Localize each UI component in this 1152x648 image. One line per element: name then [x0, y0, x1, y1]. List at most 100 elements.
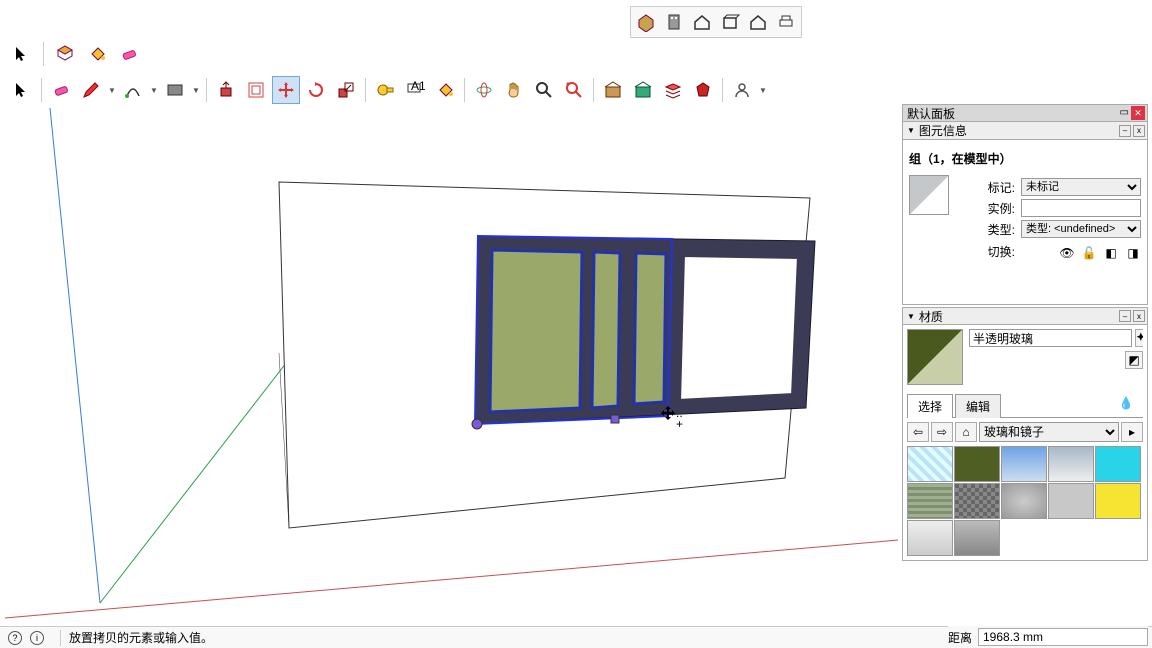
measure-input[interactable] [978, 628, 1148, 646]
entity-heading: 组（1，在模型中） [909, 146, 1141, 175]
create-material-icon[interactable]: 🟆 [1135, 329, 1143, 347]
default-tray: 默认面板 ▭ ✕ ▼ 图元信息 –x 组（1，在模型中） 标记: 未标记 实例:… [902, 104, 1148, 561]
zoom-tool[interactable] [530, 76, 558, 104]
separator [206, 78, 207, 102]
info-icon[interactable]: i [30, 631, 44, 645]
eraser-pink-icon[interactable] [115, 40, 143, 68]
separator [60, 630, 61, 646]
shadow-icon[interactable]: ◧ [1103, 245, 1119, 261]
user-icon[interactable] [728, 76, 756, 104]
printer-icon[interactable] [773, 9, 799, 35]
swatch[interactable] [1048, 483, 1094, 519]
swatch[interactable] [954, 446, 1000, 482]
pencil-dropdown[interactable]: ▼ [107, 76, 117, 104]
pan-tool[interactable] [500, 76, 528, 104]
swatch[interactable] [1048, 446, 1094, 482]
collapse-icon: ▼ [907, 126, 915, 135]
arc-tool[interactable] [119, 76, 147, 104]
tape-tool[interactable] [371, 76, 399, 104]
arc-dropdown[interactable]: ▼ [149, 76, 159, 104]
swatch[interactable] [954, 483, 1000, 519]
collapse-icon: ▼ [907, 312, 915, 321]
scene-svg: + .. [0, 108, 898, 626]
paint-bucket-yellow-icon[interactable] [83, 40, 111, 68]
measure-label: 距离 [948, 629, 972, 646]
iso-icon[interactable] [633, 9, 659, 35]
tag-select[interactable]: 未标记 [1021, 178, 1141, 196]
entity-thumbnail [909, 175, 949, 215]
material-name-input[interactable] [969, 329, 1132, 347]
zoom-extents-tool[interactable] [560, 76, 588, 104]
entity-info-body: 组（1，在模型中） 标记: 未标记 实例: 类型: 类型: <undefined… [902, 140, 1148, 305]
material-tabs: 选择 编辑 💧 [907, 393, 1143, 418]
svg-text:..: .. [676, 406, 683, 420]
swatch[interactable] [907, 520, 953, 556]
material-preview [907, 329, 963, 385]
warehouse-icon[interactable] [599, 76, 627, 104]
move-tool[interactable] [272, 76, 300, 104]
close3-icon[interactable]: x [1133, 310, 1145, 322]
details-icon[interactable]: ▸ [1121, 422, 1143, 442]
materials-title: 材质 [919, 308, 943, 325]
instance-input[interactable] [1021, 199, 1141, 217]
separator [43, 42, 44, 66]
minimize-icon[interactable]: – [1119, 125, 1131, 137]
main-toolbar: ▼ ▼ ▼ A1 ▼ [8, 76, 768, 104]
forward-icon[interactable]: ⇨ [931, 422, 953, 442]
close2-icon[interactable]: x [1133, 125, 1145, 137]
tab-select[interactable]: 选择 [907, 394, 953, 418]
swatch[interactable] [1095, 446, 1141, 482]
back-icon[interactable]: ⇦ [907, 422, 929, 442]
toolbar-row-1 [8, 40, 143, 68]
separator [464, 78, 465, 102]
eyedropper-icon[interactable]: 💧 [1115, 393, 1137, 413]
type-label: 类型: [975, 221, 1015, 238]
swatch[interactable] [1001, 446, 1047, 482]
swatch[interactable] [907, 446, 953, 482]
offset-tool[interactable] [242, 76, 270, 104]
status-hint: 放置拷贝的元素或输入值。 [69, 629, 213, 646]
pencil-tool[interactable] [77, 76, 105, 104]
close-icon[interactable]: ✕ [1131, 106, 1145, 120]
tab-edit[interactable]: 编辑 [955, 394, 1001, 418]
box-icon[interactable] [717, 9, 743, 35]
lock-icon[interactable]: 🔓 [1081, 245, 1097, 261]
scale-tool[interactable] [332, 76, 360, 104]
pushpull-tool[interactable] [212, 76, 240, 104]
minimize-icon[interactable]: – [1119, 310, 1131, 322]
default-material-icon[interactable]: ◩ [1125, 351, 1143, 369]
model-viewport[interactable]: + .. [0, 108, 898, 626]
house-outline-icon[interactable] [745, 9, 771, 35]
home-icon[interactable]: ⌂ [955, 422, 977, 442]
type-select[interactable]: 类型: <undefined> [1021, 220, 1141, 238]
shadow2-icon[interactable]: ◨ [1125, 245, 1141, 261]
orbit-tool[interactable] [470, 76, 498, 104]
cursor-icon[interactable] [8, 40, 36, 68]
eraser-tool[interactable] [47, 76, 75, 104]
text-tool[interactable]: A1 [401, 76, 429, 104]
pin-icon[interactable]: ▭ [1120, 107, 1129, 118]
tray-header[interactable]: 默认面板 ▭ ✕ [902, 104, 1148, 122]
swatch[interactable] [954, 520, 1000, 556]
swatch[interactable] [1001, 483, 1047, 519]
house-front-icon[interactable] [689, 9, 715, 35]
rotate-tool[interactable] [302, 76, 330, 104]
user-dropdown[interactable]: ▼ [758, 76, 768, 104]
select-tool[interactable] [8, 76, 36, 104]
select-box-icon[interactable] [51, 40, 79, 68]
ruby-icon[interactable] [689, 76, 717, 104]
svg-text:A1: A1 [411, 80, 425, 93]
rect-dropdown[interactable]: ▼ [191, 76, 201, 104]
building-icon[interactable] [661, 9, 687, 35]
visible-icon[interactable]: 👁 [1059, 245, 1075, 261]
extension-warehouse-icon[interactable] [629, 76, 657, 104]
swatch[interactable] [907, 483, 953, 519]
layers-icon[interactable] [659, 76, 687, 104]
entity-info-header[interactable]: ▼ 图元信息 –x [902, 122, 1148, 140]
rectangle-tool[interactable] [161, 76, 189, 104]
materials-header[interactable]: ▼ 材质 –x [902, 307, 1148, 325]
library-select[interactable]: 玻璃和镜子 [979, 422, 1119, 442]
help-icon[interactable]: ? [8, 631, 22, 645]
paint-tool[interactable] [431, 76, 459, 104]
swatch[interactable] [1095, 483, 1141, 519]
